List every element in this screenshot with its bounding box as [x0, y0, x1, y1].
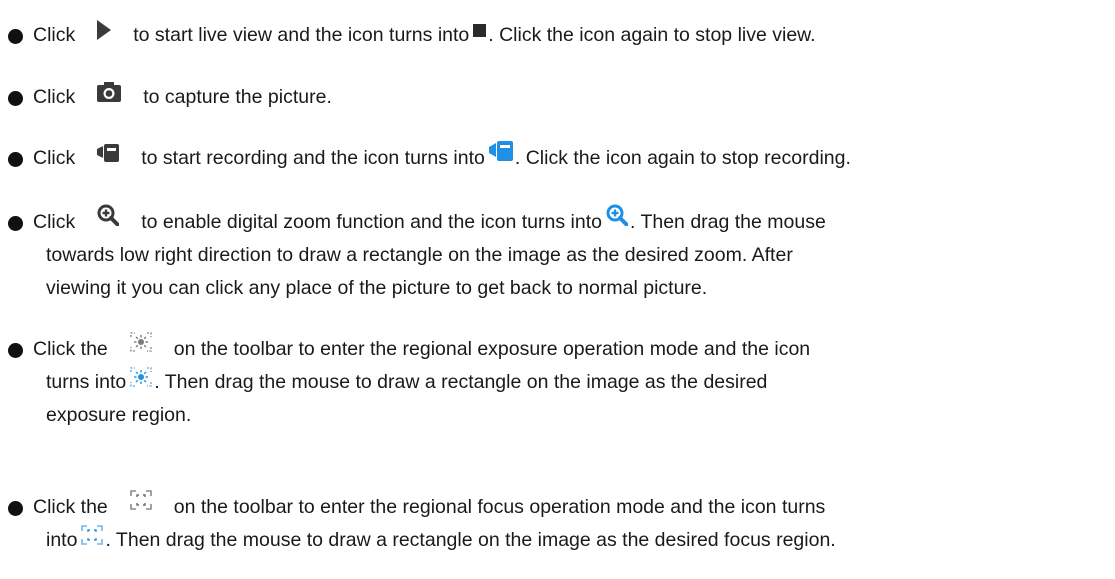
regional-focus-icon [129, 490, 152, 510]
camera-snapshot-icon [97, 81, 122, 102]
list-item: Click the on the toolbar to enter the re… [8, 332, 1111, 432]
play-icon [97, 19, 112, 40]
list-item-line: Click the on the toolbar to enter the re… [8, 490, 1111, 524]
text-segment: Click [33, 147, 76, 169]
list-item: Click to enable digital zoom function an… [8, 204, 1111, 305]
text-segment: . Click the icon again to stop recording… [514, 147, 851, 169]
text-segment: to capture the picture. [143, 86, 332, 108]
list-item-line: Click to start recording and the icon tu… [8, 140, 1111, 175]
list-item-line: Click to capture the picture. [8, 81, 1111, 114]
text-segment: Click the [33, 496, 108, 518]
list-item: Click to start recording and the icon tu… [8, 140, 1111, 175]
text-segment: . Then drag the mouse to draw a rectangl… [154, 371, 768, 393]
text-segment: Click the [33, 338, 108, 360]
text-segment: Click [33, 24, 76, 46]
text-segment: . Click the icon again to stop live view… [488, 24, 816, 46]
stop-icon [473, 24, 487, 38]
list-item: Click the on the toolbar to enter the re… [8, 490, 1111, 557]
text-segment: to enable digital zoom function and the … [141, 211, 602, 233]
regional-exposure-active-icon [130, 367, 153, 387]
text-segment: towards low right direction to draw a re… [46, 244, 793, 266]
text-segment: viewing it you can click any place of th… [46, 277, 708, 299]
zoom-in-icon [97, 204, 120, 226]
list-item-line: turns into . Then drag the mouse to draw… [8, 366, 1111, 399]
text-segment: Click [33, 86, 76, 108]
text-segment: turns into [46, 371, 127, 393]
instruction-document: Click to start live view and the icon tu… [0, 0, 1115, 579]
list-item-line: exposure region. [8, 399, 1111, 432]
text-segment: Click [33, 211, 76, 233]
text-segment: to start recording and the icon turns in… [141, 147, 485, 169]
text-segment: . Then drag the mouse [629, 211, 826, 233]
list-item-line: Click to enable digital zoom function an… [8, 204, 1111, 239]
text-segment: into [46, 529, 78, 551]
list-item: Click to capture the picture. [8, 81, 1111, 114]
list-item-line: towards low right direction to draw a re… [8, 239, 1111, 272]
list-item-line: viewing it you can click any place of th… [8, 272, 1111, 305]
regional-exposure-icon [129, 332, 152, 352]
text-segment: exposure region. [46, 404, 192, 426]
list-item-line: Click to start live view and the icon tu… [8, 19, 1111, 52]
text-segment: on the toolbar to enter the regional foc… [173, 496, 826, 518]
record-icon [97, 143, 120, 162]
text-segment: to start live view and the icon turns in… [133, 24, 470, 46]
list-item: Click to start live view and the icon tu… [8, 19, 1111, 52]
list-item-line: Click the on the toolbar to enter the re… [8, 332, 1111, 366]
text-segment: . Then drag the mouse to draw a rectangl… [105, 529, 836, 551]
regional-focus-active-icon [81, 525, 104, 545]
list-item-line: into . Then drag the mouse to draw a rec… [8, 524, 1111, 557]
zoom-in-active-icon [606, 204, 628, 226]
text-segment: on the toolbar to enter the regional exp… [173, 338, 811, 360]
record-active-icon [488, 140, 513, 161]
